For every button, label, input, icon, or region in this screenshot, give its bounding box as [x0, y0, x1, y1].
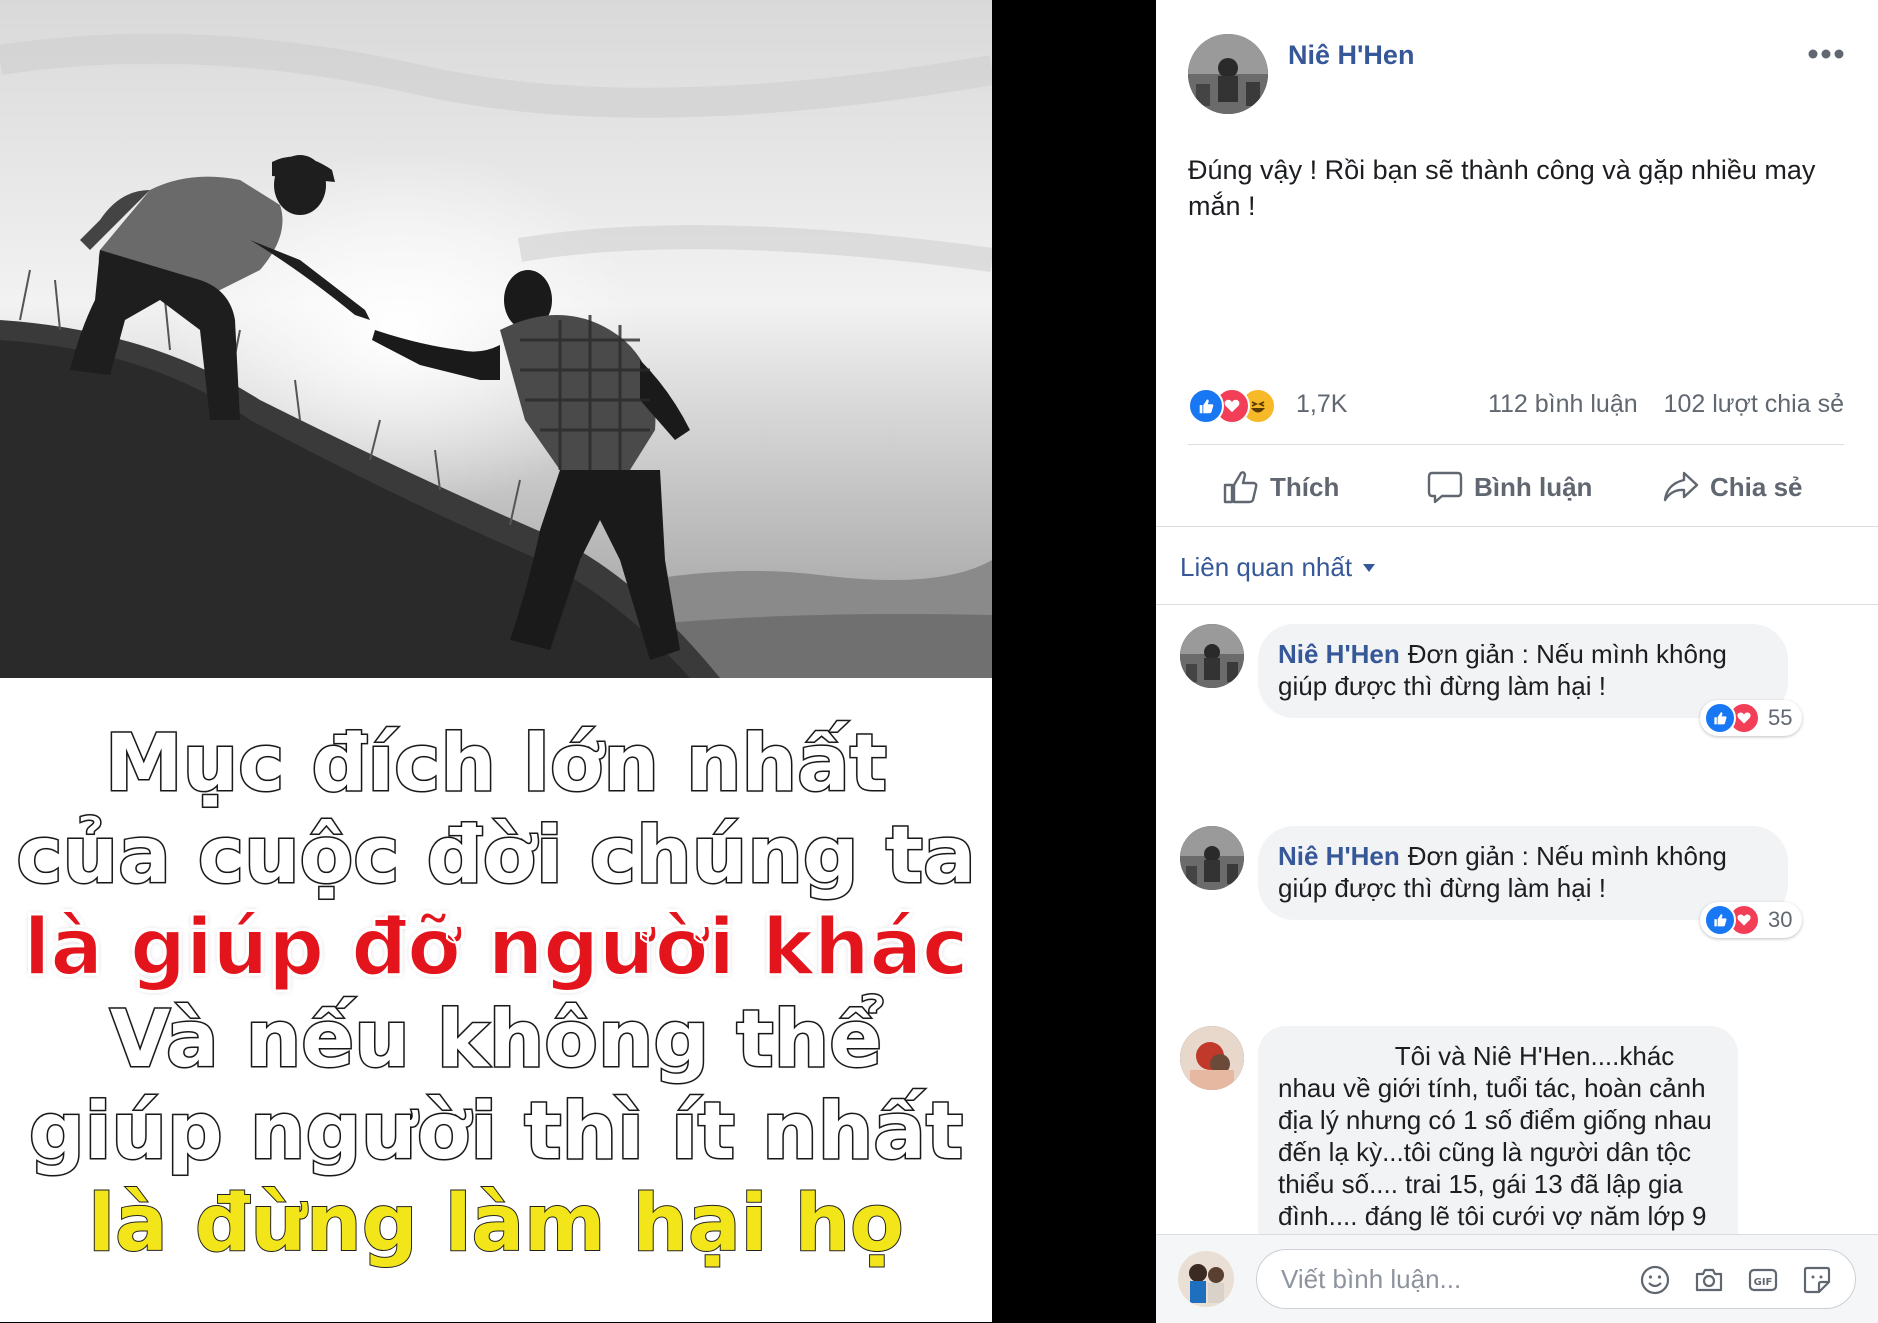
comment-item: Tôi và Niê H'Hen....khác nhau về giới tí… — [1180, 1026, 1850, 1236]
post-photo[interactable]: Mục đích lớn nhất của cuộc đời chúng ta … — [0, 0, 992, 1322]
comment-count-link[interactable]: 112 bình luận — [1488, 390, 1638, 418]
svg-text:GIF: GIF — [1754, 1277, 1773, 1288]
comment-item: Niê H'Hen Đơn giản : Nếu mình không giúp … — [1180, 826, 1850, 946]
comment-item: Niê H'Hen Đơn giản : Nếu mình không giúp … — [1180, 624, 1850, 744]
commenter-name-link[interactable]: Niê H'Hen — [1278, 841, 1400, 871]
camera-icon[interactable] — [1693, 1264, 1725, 1296]
quote-line-3: là giúp đỡ người khác — [23, 902, 970, 994]
author-name-link[interactable]: Niê H'Hen — [1288, 40, 1414, 71]
quote-line-5: giúp người thì ít nhất — [27, 1086, 964, 1179]
author-avatar[interactable] — [1188, 34, 1268, 114]
comment-reaction-count: 30 — [1768, 907, 1793, 932]
current-user-avatar[interactable] — [1178, 1251, 1234, 1307]
comment-reaction-count: 55 — [1768, 705, 1793, 730]
post-sidebar: Niê H'Hen Đúng vậy ! Rồi bạn sẽ thành cô… — [1156, 0, 1878, 1323]
like-button[interactable]: Thích — [1222, 456, 1339, 518]
quote-line-2: của cuộc đời chúng ta — [15, 810, 977, 903]
caret-down-icon — [1363, 563, 1376, 572]
photo-scene-image — [0, 0, 992, 678]
quote-line-6: là đừng làm hại họ — [87, 1178, 904, 1270]
comment-input-placeholder: Viết bình luận... — [1281, 1264, 1462, 1294]
comment-bubble: Tôi và Niê H'Hen....khác nhau về giới tí… — [1258, 1026, 1738, 1236]
comment-input[interactable]: Viết bình luận... GIF — [1256, 1249, 1856, 1309]
like-icon — [1704, 904, 1736, 936]
post-action-row: Thích Bình luận Chia sẻ — [1156, 456, 1878, 518]
quote-line-4: Và nếu không thể — [108, 994, 883, 1087]
commenter-avatar[interactable] — [1180, 826, 1244, 890]
engagement-stats: 112 bình luận 102 lượt chia sẻ — [1488, 390, 1844, 419]
like-button-label: Thích — [1270, 471, 1340, 502]
sticker-icon[interactable] — [1801, 1264, 1833, 1296]
divider — [1156, 604, 1878, 605]
reaction-icons[interactable] — [1188, 388, 1298, 424]
sort-label: Liên quan nhất — [1180, 552, 1353, 582]
comment-reactions[interactable]: 55 — [1700, 700, 1803, 736]
comment-compose-bar: Viết bình luận... GIF — [1156, 1234, 1878, 1323]
share-button[interactable]: Chia sẻ — [1662, 456, 1803, 518]
comment-button[interactable]: Bình luận — [1426, 456, 1592, 518]
comment-text: Tôi và Niê H'Hen....khác nhau về giới tí… — [1278, 1041, 1712, 1236]
viewer-background — [992, 0, 1156, 1322]
commenter-avatar[interactable] — [1180, 1026, 1244, 1090]
quote-line-1: Mục đích lớn nhất — [103, 718, 888, 811]
share-count-link[interactable]: 102 lượt chia sẻ — [1664, 390, 1844, 418]
like-icon — [1188, 388, 1224, 424]
commenter-name-redacted[interactable] — [1278, 1045, 1388, 1065]
comment-reactions[interactable]: 30 — [1700, 902, 1803, 938]
reaction-count[interactable]: 1,7K — [1296, 390, 1347, 419]
divider — [1156, 526, 1878, 527]
comment-button-label: Bình luận — [1474, 471, 1593, 502]
more-options-icon[interactable] — [1806, 40, 1846, 68]
like-icon — [1704, 702, 1736, 734]
quote-text-block: Mục đích lớn nhất của cuộc đời chúng ta … — [0, 678, 992, 1322]
share-arrow-icon — [1663, 471, 1699, 502]
speech-bubble-icon — [1427, 471, 1463, 504]
emoji-icon[interactable] — [1639, 1264, 1671, 1296]
commenter-name-link[interactable]: Niê H'Hen — [1278, 639, 1400, 669]
commenter-avatar[interactable] — [1180, 624, 1244, 688]
divider — [1188, 444, 1844, 445]
gif-icon[interactable]: GIF — [1747, 1264, 1779, 1296]
thumbs-up-icon — [1223, 471, 1258, 504]
reaction-summary-bar: 1,7K 112 bình luận 102 lượt chia sẻ — [1188, 386, 1844, 424]
share-button-label: Chia sẻ — [1710, 471, 1803, 502]
post-message: Đúng vậy ! Rồi bạn sẽ thành công và gặp … — [1188, 155, 1816, 221]
comment-sort-dropdown[interactable]: Liên quan nhất — [1180, 552, 1376, 583]
